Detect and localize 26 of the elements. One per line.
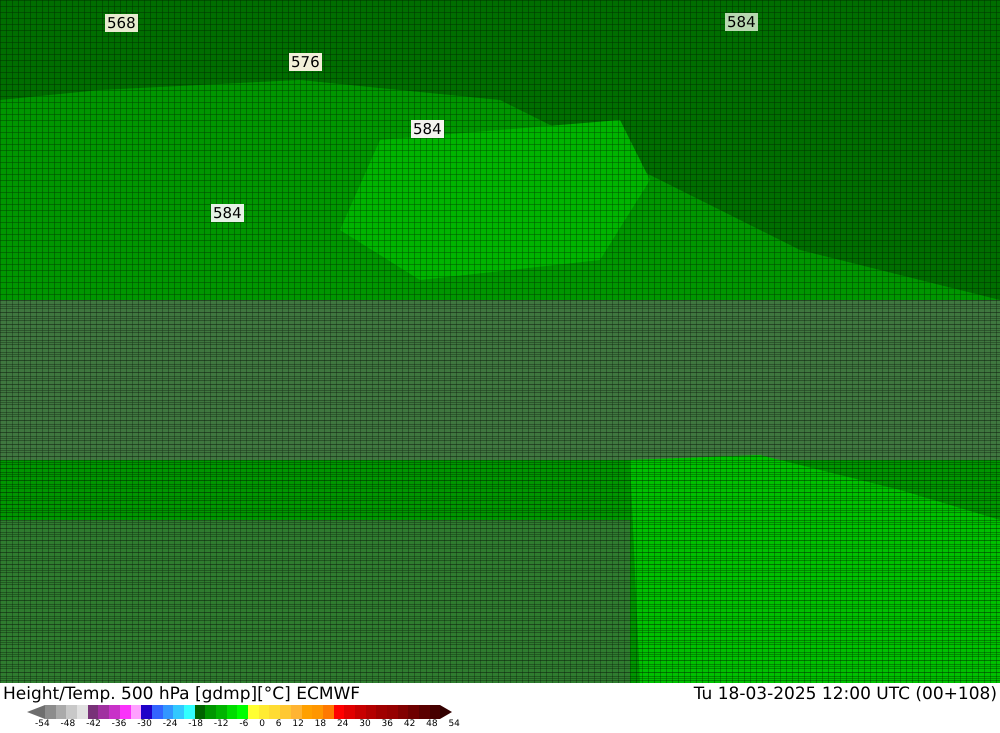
- scale-tick-label: -54: [35, 719, 50, 730]
- scale-tick-label: -6: [239, 719, 248, 730]
- scale-tick-label: 42: [404, 719, 416, 730]
- scale-tick-label: 48: [426, 719, 438, 730]
- scale-tick-label: 30: [359, 719, 371, 730]
- scale-tick-label: -36: [112, 719, 126, 730]
- scale-tick-label: 0: [259, 719, 265, 730]
- scale-tick-label: 12: [292, 719, 304, 730]
- scale-tick-label: -30: [137, 719, 152, 730]
- contour-label: 584: [411, 120, 444, 138]
- scale-tick-label: 36: [382, 719, 393, 730]
- scale-tick-label: 6: [276, 719, 282, 730]
- contour-label: 568: [105, 14, 138, 32]
- chart-title: Height/Temp. 500 hPa [gdmp][°C] ECMWF: [3, 684, 360, 704]
- valid-time: Tu 18-03-2025 12:00 UTC (00+108): [694, 684, 997, 704]
- scale-tick-label: -12: [214, 719, 229, 730]
- scale-tick-label: -18: [188, 719, 203, 730]
- contour-label: 584: [725, 13, 758, 31]
- contour-label: 584: [211, 204, 244, 222]
- scale-tick-label: -42: [86, 719, 101, 730]
- scale-tick-label: -24: [162, 719, 178, 730]
- contour-label: 576: [289, 53, 322, 71]
- scale-tick-label: -48: [60, 719, 76, 730]
- scale-tick-label: 54: [448, 719, 460, 730]
- scale-tick-label: 18: [314, 719, 326, 730]
- scale-tick-label: 24: [336, 719, 348, 730]
